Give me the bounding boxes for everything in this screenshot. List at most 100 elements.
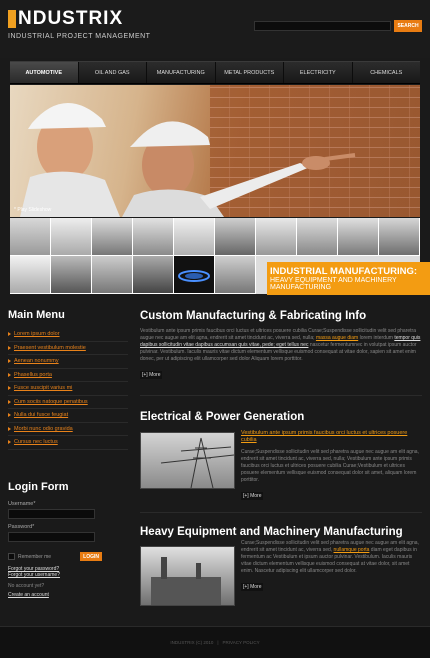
- menu-item-label: Cursus nec luctus: [14, 439, 58, 446]
- gas-flame-icon: [178, 270, 210, 282]
- thumbnail-image[interactable]: [215, 218, 256, 256]
- menu-item[interactable]: Cursus nec luctus: [8, 436, 128, 450]
- thumbnail-gas-burner[interactable]: [174, 256, 215, 294]
- footer-copyright: INDUSTRIX (C) 2010: [170, 640, 214, 645]
- promo-line-1: HEAVY EQUIPMENT AND MACHINERY: [270, 277, 397, 284]
- thumbnail-image[interactable]: [10, 218, 51, 256]
- logo-tagline: INDUSTRIAL PROJECT MANAGEMENT: [8, 33, 151, 40]
- promo-title: INDUSTRIAL MANUFACTURING:: [270, 266, 418, 277]
- main-nav: AUTOMOTIVE OIL AND GAS MANUFACTURING MET…: [10, 61, 420, 84]
- forgot-username-link[interactable]: Forgot your username?: [8, 572, 128, 578]
- thumbnail-image[interactable]: [92, 256, 133, 294]
- bullet-icon: [8, 440, 11, 445]
- hero-banner[interactable]: * Play Slideshow: [10, 85, 420, 217]
- username-label: Username*: [8, 501, 36, 507]
- thumbnail-image[interactable]: [297, 218, 338, 256]
- bullet-icon: [8, 372, 11, 377]
- menu-item-label: Phasellus porta: [14, 371, 52, 378]
- article-body: Curae;Suspendisse sollicitudin velit sed…: [241, 540, 421, 575]
- site-header: NDUSTRIX INDUSTRIAL PROJECT MANAGEMENT S…: [0, 0, 430, 58]
- article-title[interactable]: Custom Manufacturing & Fabricating Info: [140, 310, 422, 322]
- bullet-icon: [8, 399, 11, 404]
- more-link[interactable]: [+] More: [140, 371, 163, 379]
- divider: [140, 395, 422, 396]
- menu-item[interactable]: Praesent vestibulum molestie: [8, 342, 128, 355]
- article-body: Vestibulum ante ipsum primis faucibus or…: [140, 328, 422, 363]
- thumbnail-image[interactable]: [256, 218, 297, 256]
- menu-item[interactable]: Aenean nonummy: [8, 355, 128, 369]
- article-highlight-link[interactable]: nullamque porta: [334, 547, 370, 553]
- article-heavy-text: Curae;Suspendisse sollicitudin velit sed…: [241, 540, 421, 593]
- menu-item-label: Aenean nonummy: [14, 358, 59, 365]
- menu-item[interactable]: Morbi nunc odio gravida: [8, 423, 128, 436]
- article-title[interactable]: Heavy Equipment and Machinery Manufactur…: [140, 526, 422, 538]
- thumbnail-strip: INDUSTRIAL MANUFACTURING: HEAVY EQUIPMEN…: [10, 218, 430, 295]
- bullet-icon: [8, 413, 11, 418]
- login-button[interactable]: LOGIN: [80, 552, 103, 561]
- thumbnail-image[interactable]: [379, 218, 420, 256]
- thumbnail-image[interactable]: [92, 218, 133, 256]
- article-link-title[interactable]: Vestibulum ante ipsum primis faucibus or…: [241, 430, 421, 444]
- password-label: Password*: [8, 524, 35, 530]
- menu-item-label: Nulla dui fusce feugiat: [14, 412, 69, 419]
- nav-item-chemicals[interactable]: CHEMICALS: [353, 62, 421, 83]
- menu-item[interactable]: Nulla dui fusce feugiat: [8, 409, 128, 423]
- power-tower-illustration: [160, 437, 235, 489]
- menu-item[interactable]: Cum sociis natoque penatibus: [8, 396, 128, 409]
- article-heavy-equipment: Heavy Equipment and Machinery Manufactur…: [140, 526, 422, 538]
- thumbnail-image[interactable]: [338, 218, 379, 256]
- bullet-icon: [8, 359, 11, 364]
- username-field[interactable]: [8, 509, 95, 519]
- logo-name: NDUSTRIX: [18, 8, 124, 29]
- thumbnail-image[interactable]: [133, 218, 174, 256]
- factory-image: [140, 546, 235, 606]
- thumbnail-image[interactable]: [51, 256, 92, 294]
- promo-banner[interactable]: INDUSTRIAL MANUFACTURING: HEAVY EQUIPMEN…: [267, 262, 430, 295]
- article-custom-manufacturing: Custom Manufacturing & Fabricating Info …: [140, 310, 422, 381]
- menu-item-label: Lorem ipsum dolor: [14, 331, 60, 338]
- nav-item-metal-products[interactable]: METAL PRODUCTS: [216, 62, 284, 83]
- site-footer: INDUSTRIX (C) 2010 | PRIVACY POLICY: [0, 626, 430, 658]
- login-form-title: Login Form: [8, 481, 69, 493]
- article-electrical-text: Vestibulum ante ipsum primis faucibus or…: [241, 430, 421, 502]
- article-highlight-link[interactable]: massa augue diam: [316, 335, 358, 341]
- main-menu: Lorem ipsum dolor Praesent vestibulum mo…: [8, 328, 128, 450]
- footer-divider: |: [217, 640, 219, 645]
- nav-item-manufacturing[interactable]: MANUFACTURING: [147, 62, 216, 83]
- menu-item-label: Cum sociis natoque penatibus: [14, 398, 88, 405]
- menu-item[interactable]: Fusce suscipit varius mi: [8, 382, 128, 396]
- power-tower-image: [140, 432, 235, 489]
- article-body: Curae;Suspendisse sollicitudin velit sed…: [241, 449, 419, 483]
- bullet-icon: [8, 426, 11, 431]
- article-title[interactable]: Electrical & Power Generation: [140, 411, 422, 423]
- create-account-link[interactable]: Create an account: [8, 592, 128, 598]
- thumbnail-image[interactable]: [174, 218, 215, 256]
- thumbnail-image[interactable]: [10, 256, 51, 294]
- main-menu-title: Main Menu: [8, 309, 65, 321]
- bullet-icon: [8, 332, 11, 337]
- thumbnail-image[interactable]: [133, 256, 174, 294]
- promo-line-2: MANUFACTURING: [270, 284, 332, 291]
- sidebar: Main Menu Lorem ipsum dolor Praesent ves…: [8, 309, 128, 450]
- thumbnail-image[interactable]: [215, 256, 256, 294]
- menu-item-label: Praesent vestibulum molestie: [14, 344, 86, 351]
- factory-illustration: [151, 557, 221, 605]
- search-button[interactable]: SEARCH: [394, 20, 422, 32]
- password-field[interactable]: [8, 532, 95, 542]
- nav-item-automotive[interactable]: AUTOMOTIVE: [10, 62, 79, 83]
- thumbnail-image[interactable]: [51, 218, 92, 256]
- menu-item-label: Morbi nunc odio gravida: [14, 425, 73, 432]
- nav-item-oil-and-gas[interactable]: OIL AND GAS: [79, 62, 147, 83]
- search-input[interactable]: [254, 21, 391, 31]
- play-slideshow-link[interactable]: * Play Slideshow: [14, 207, 51, 213]
- nav-item-electricity[interactable]: ELECTRICITY: [284, 62, 353, 83]
- privacy-policy-link[interactable]: PRIVACY POLICY: [223, 640, 260, 645]
- hero-workers-image: [20, 102, 356, 217]
- remember-me-checkbox[interactable]: [8, 553, 15, 560]
- article-text: lorem interdum: [358, 335, 395, 341]
- menu-item[interactable]: Phasellus porta: [8, 369, 128, 382]
- more-link[interactable]: [+] More: [241, 583, 264, 591]
- more-link[interactable]: [+] More: [241, 492, 264, 500]
- bullet-icon: [8, 386, 11, 391]
- menu-item[interactable]: Lorem ipsum dolor: [8, 328, 128, 342]
